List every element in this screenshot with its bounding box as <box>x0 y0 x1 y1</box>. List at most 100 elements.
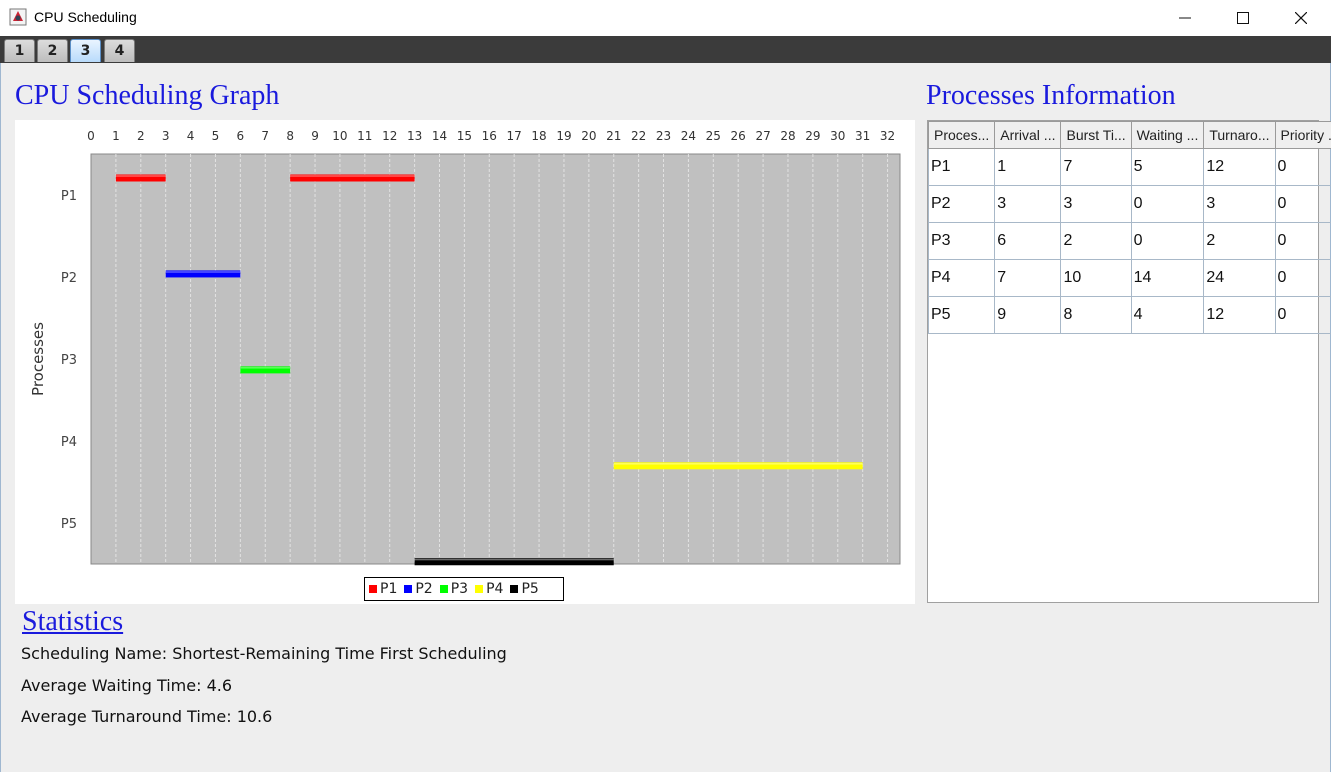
legend-item-p3: P3 <box>439 581 469 597</box>
table-cell[interactable]: 0 <box>1274 259 1331 297</box>
table-cell[interactable]: 0 <box>1274 222 1331 260</box>
minimize-icon <box>1179 17 1191 19</box>
table-cell[interactable]: 0 <box>1130 185 1205 223</box>
gantt-chart: 0 1 2 3 4 5 6 7 8 9 10 11 12 13 14 15 16 17 18 19 20 21 22 23 24… <box>29 129 901 566</box>
table-cell[interactable]: 8 <box>1060 296 1132 334</box>
legend-swatch <box>369 585 377 593</box>
column-header-turnaround[interactable]: Turnaro... <box>1203 121 1276 149</box>
column-header-priority[interactable]: Priority ... <box>1274 121 1331 149</box>
x-tick-label: 23 <box>656 129 671 143</box>
minimize-button[interactable] <box>1156 0 1214 36</box>
x-tick-label: 15 <box>457 129 472 143</box>
legend-item-p1: P1 <box>369 581 397 597</box>
maximize-icon <box>1237 12 1249 24</box>
x-tick-label: 5 <box>212 129 220 143</box>
close-icon <box>1295 12 1307 24</box>
table-heading: Processes Information <box>926 80 1176 111</box>
x-tick-label: 13 <box>407 129 422 143</box>
column-header-arrival[interactable]: Arrival ... <box>994 121 1062 149</box>
y-category-label: P2 <box>61 271 77 286</box>
table-cell[interactable]: P3 <box>927 222 996 260</box>
table-cell[interactable]: 2 <box>1203 222 1276 260</box>
table-cell[interactable]: P4 <box>927 259 996 297</box>
table-cell[interactable]: 12 <box>1203 148 1276 186</box>
legend-swatch <box>439 585 448 593</box>
x-tick-label: 24 <box>681 129 696 143</box>
tab-4[interactable]: 4 <box>104 39 135 62</box>
table-cell[interactable]: P5 <box>927 296 996 334</box>
x-tick-label: 30 <box>830 129 845 143</box>
graph-heading: CPU Scheduling Graph <box>15 80 280 111</box>
maximize-button[interactable] <box>1214 0 1272 36</box>
table-row[interactable]: P2 3 3 0 3 0 <box>927 185 1331 223</box>
x-tick-label: 2 <box>137 129 145 143</box>
x-tick-label: 27 <box>755 129 770 143</box>
table-cell[interactable]: 2 <box>1060 222 1132 260</box>
x-tick-label: 10 <box>332 129 347 143</box>
x-tick-label: 20 <box>581 129 596 143</box>
table-cell[interactable]: 7 <box>1060 148 1132 186</box>
title-bar: CPU Scheduling <box>0 0 1331 36</box>
x-tick-label: 7 <box>261 129 269 143</box>
table-row[interactable]: P4 7 10 14 24 0 <box>927 259 1331 297</box>
table-cell[interactable]: P2 <box>927 185 996 223</box>
x-tick-label: 1 <box>112 129 120 143</box>
table-cell[interactable]: 4 <box>1130 296 1205 334</box>
table-cell[interactable]: 6 <box>994 222 1062 260</box>
table-cell[interactable]: 10 <box>1060 259 1132 297</box>
legend-item-p4: P4 <box>475 581 503 597</box>
processes-table: Proces... Arrival ... Burst Ti... Waitin… <box>927 121 1331 334</box>
table-cell[interactable]: 9 <box>994 296 1062 334</box>
tab-2[interactable]: 2 <box>37 39 68 62</box>
table-cell[interactable]: 3 <box>1060 185 1132 223</box>
column-header-waiting[interactable]: Waiting ... <box>1130 121 1205 149</box>
x-tick-label: 32 <box>880 129 895 143</box>
table-cell[interactable]: 5 <box>1130 148 1205 186</box>
x-tick-label: 6 <box>237 129 245 143</box>
x-tick-label: 16 <box>482 129 497 143</box>
y-axis-title: Processes <box>29 322 47 396</box>
table-cell[interactable]: P1 <box>927 148 996 186</box>
table-row[interactable]: P5 9 8 4 12 0 <box>927 296 1331 334</box>
legend-item-p5: P5 <box>510 581 539 597</box>
average-waiting-time-text: Average Waiting Time: 4.6 <box>21 676 233 695</box>
tab-3[interactable]: 3 <box>70 39 101 62</box>
table-cell[interactable]: 1 <box>994 148 1062 186</box>
table-row[interactable]: P1 1 7 5 12 0 <box>927 148 1331 186</box>
legend-label: P4 <box>486 581 504 597</box>
legend-label: P3 <box>450 581 469 597</box>
x-tick-label: 22 <box>631 129 646 143</box>
window-title: CPU Scheduling <box>34 9 137 25</box>
column-header-process[interactable]: Proces... <box>927 121 996 149</box>
x-tick-label: 25 <box>706 129 721 143</box>
y-category-label: P3 <box>61 353 77 368</box>
legend-swatch <box>475 585 484 593</box>
table-row[interactable]: P3 6 2 0 2 0 <box>927 222 1331 260</box>
table-cell[interactable]: 0 <box>1130 222 1205 260</box>
tab-bar: 1 2 3 4 <box>0 36 1331 63</box>
table-cell[interactable]: 0 <box>1274 148 1331 186</box>
table-cell[interactable]: 12 <box>1203 296 1276 334</box>
column-header-burst[interactable]: Burst Ti... <box>1060 121 1132 149</box>
close-button[interactable] <box>1272 0 1330 36</box>
table-cell[interactable]: 0 <box>1274 185 1331 223</box>
y-category-label: P5 <box>61 517 77 532</box>
java-app-icon <box>9 8 27 26</box>
table-cell[interactable]: 3 <box>1203 185 1276 223</box>
table-cell[interactable]: 7 <box>994 259 1062 297</box>
legend-label: P5 <box>521 581 539 597</box>
table-cell[interactable]: 24 <box>1203 259 1276 297</box>
x-tick-label: 8 <box>286 129 294 143</box>
x-tick-label: 9 <box>311 129 319 143</box>
legend-swatch <box>404 585 413 593</box>
x-tick-label: 4 <box>187 129 195 143</box>
x-tick-label: 28 <box>780 129 795 143</box>
tab-1[interactable]: 1 <box>4 39 35 62</box>
table-cell[interactable]: 0 <box>1274 296 1331 334</box>
table-cell[interactable]: 14 <box>1130 259 1205 297</box>
x-tick-label: 19 <box>556 129 571 143</box>
chart-legend: P1 P2 P3 P4 P5 <box>364 577 564 601</box>
gantt-chart-panel: 0 1 2 3 4 5 6 7 8 9 10 11 12 13 14 15 16 17 18 19 20 21 22 23 24… <box>15 120 915 604</box>
statistics-heading[interactable]: Statistics <box>22 606 123 638</box>
table-cell[interactable]: 3 <box>994 185 1062 223</box>
